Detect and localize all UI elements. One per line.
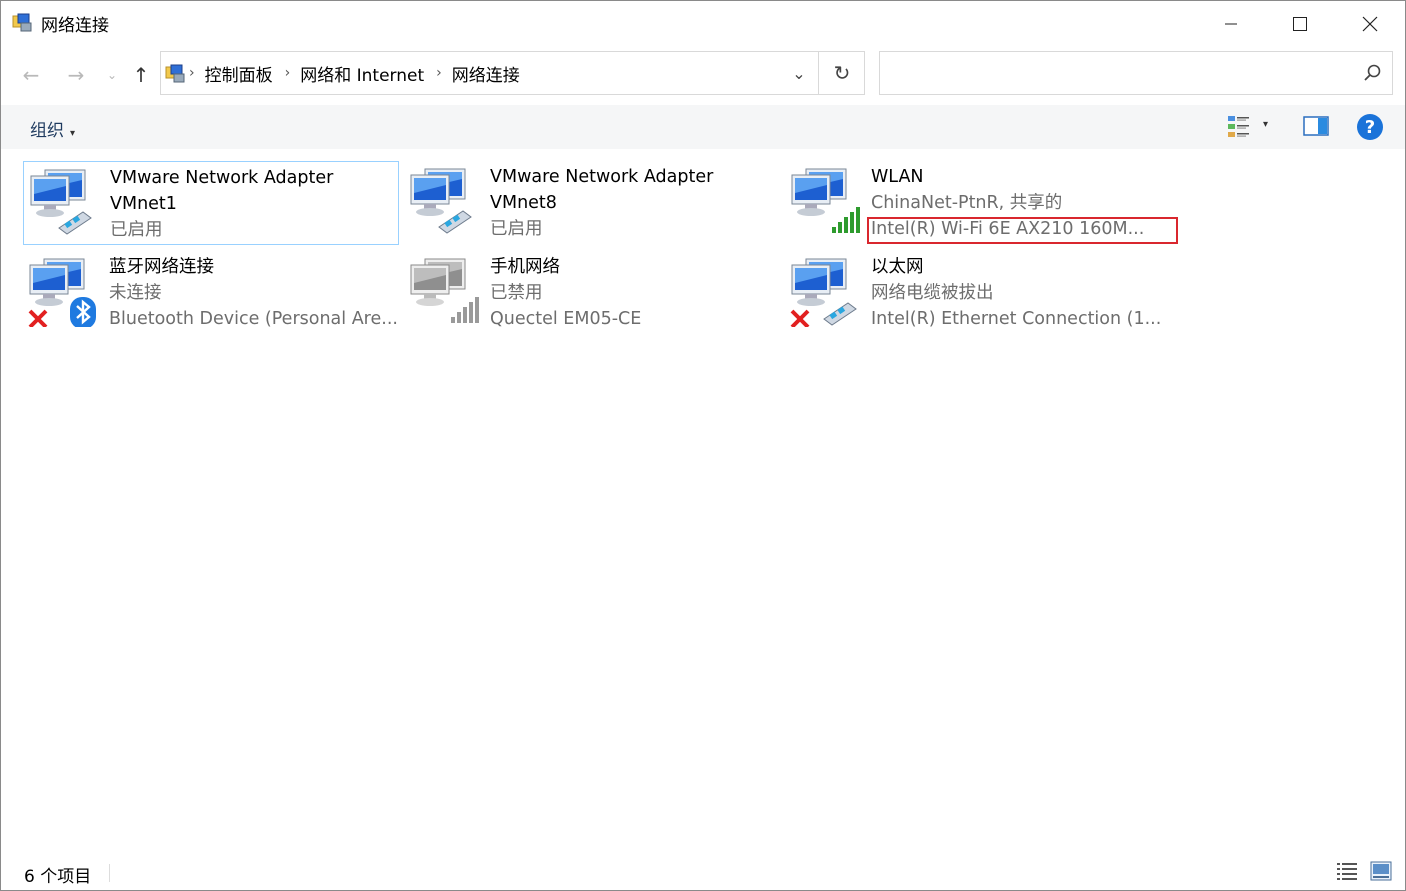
connection-text: VMware Network Adapter VMnet8 已启用 — [490, 164, 780, 242]
chevron-down-icon: ⌄ — [106, 68, 118, 82]
refresh-icon: ↻ — [833, 61, 851, 85]
connection-name: VMware Network Adapter — [110, 168, 334, 188]
connection-name: 蓝牙网络连接 — [109, 257, 214, 277]
refresh-button[interactable]: ↻ — [818, 52, 865, 94]
recent-locations-button[interactable]: ⌄ — [98, 61, 126, 89]
large-icons-view-icon[interactable] — [1370, 861, 1392, 881]
connection-text: 蓝牙网络连接 未连接 Bluetooth Device (Personal Ar… — [109, 254, 399, 332]
network-connections-window: 网络连接 ← → ⌄ ↑ › 控制面板 › 网络和 Internet › 网络连… — [0, 0, 1406, 891]
connection-text: 以太网 网络电缆被拔出 Intel(R) Ethernet Connection… — [871, 254, 1161, 332]
back-button[interactable]: ← — [17, 61, 45, 89]
close-icon — [1362, 16, 1378, 31]
status-bar: 6 个项目 — [1, 856, 1405, 890]
vmware-adapter-icon — [30, 169, 92, 235]
connection-text: 手机网络 已禁用 Quectel EM05-CE — [490, 254, 780, 332]
connection-item-ethernet[interactable]: 以太网 网络电缆被拔出 Intel(R) Ethernet Connection… — [785, 251, 1161, 335]
connection-text: VMware Network Adapter VMnet1 已启用 — [110, 165, 400, 243]
search-input[interactable] — [879, 51, 1393, 95]
chevron-right-icon[interactable]: › — [436, 65, 442, 81]
address-bar[interactable]: › 控制面板 › 网络和 Internet › 网络连接 ⌄ ↻ — [160, 51, 865, 95]
connection-name: 手机网络 — [490, 257, 560, 277]
cellular-adapter-icon — [410, 258, 479, 323]
breadcrumb-network-connections[interactable]: 网络连接 — [452, 61, 520, 86]
item-count: 6 个项目 — [24, 867, 92, 887]
breadcrumb: › 控制面板 › 网络和 Internet › 网络连接 — [189, 52, 520, 94]
connection-item-vmnet8[interactable]: VMware Network Adapter VMnet8 已启用 — [404, 161, 780, 245]
ethernet-adapter-icon — [790, 258, 857, 327]
help-icon: ? — [1364, 116, 1376, 138]
caret-down-icon: ▾ — [70, 128, 76, 139]
connection-name: VMware Network Adapter — [490, 167, 714, 187]
minimize-icon — [1225, 23, 1237, 24]
connection-item-vmnet1[interactable]: VMware Network Adapter VMnet1 已启用 — [23, 161, 399, 245]
preview-pane-icon[interactable] — [1303, 114, 1329, 138]
details-view-icon[interactable] — [1336, 861, 1358, 881]
connection-item-cellular[interactable]: 手机网络 已禁用 Quectel EM05-CE — [404, 251, 780, 335]
chevron-right-icon[interactable]: › — [285, 65, 291, 81]
connection-name-line2: VMnet1 — [110, 194, 177, 214]
connection-name: WLAN — [871, 167, 924, 187]
chevron-down-icon: ⌄ — [792, 63, 806, 83]
minimize-button[interactable] — [1196, 1, 1266, 46]
connection-status: 未连接 — [109, 283, 162, 303]
organize-label: 组织 — [30, 121, 64, 141]
up-button[interactable]: ↑ — [127, 61, 155, 89]
connection-device: Bluetooth Device (Personal Are... — [109, 309, 398, 329]
breadcrumb-network-internet[interactable]: 网络和 Internet — [300, 61, 424, 86]
arrow-right-icon: → — [67, 63, 85, 87]
arrow-left-icon: ← — [22, 63, 40, 87]
connection-device: Quectel EM05-CE — [490, 309, 642, 329]
connection-status: ChinaNet-PtnR, 共享的 — [871, 193, 1063, 213]
status-divider — [109, 864, 110, 882]
breadcrumb-control-panel[interactable]: 控制面板 — [205, 61, 273, 86]
change-view-icon[interactable] — [1226, 113, 1252, 139]
bluetooth-adapter-icon — [28, 258, 96, 327]
connection-item-bluetooth[interactable]: 蓝牙网络连接 未连接 Bluetooth Device (Personal Ar… — [23, 251, 399, 335]
connection-name-line2: VMnet8 — [490, 193, 557, 213]
highlight-annotation — [867, 217, 1178, 244]
window-title: 网络连接 — [41, 16, 109, 36]
wifi-adapter-icon — [791, 168, 860, 233]
connection-status: 已启用 — [490, 219, 543, 239]
forward-button[interactable]: → — [62, 61, 90, 89]
signal-bars-icon — [832, 207, 860, 233]
connection-status: 已启用 — [110, 220, 163, 240]
bluetooth-icon — [70, 297, 96, 327]
network-folder-icon — [165, 64, 185, 83]
vmware-adapter-icon — [410, 168, 472, 234]
disconnected-x-icon — [28, 309, 48, 327]
maximize-icon — [1293, 16, 1307, 31]
connection-device: Intel(R) Ethernet Connection (1... — [871, 309, 1162, 329]
title-bar[interactable]: 网络连接 — [1, 1, 1405, 46]
address-history-button[interactable]: ⌄ — [781, 52, 817, 94]
close-button[interactable] — [1335, 1, 1405, 46]
signal-bars-icon — [451, 297, 479, 323]
connection-status: 已禁用 — [490, 283, 543, 303]
arrow-up-icon: ↑ — [132, 63, 150, 87]
disconnected-x-icon — [790, 309, 810, 327]
command-bar: 组织 ▾ ▾ ? — [1, 105, 1405, 149]
search-icon[interactable] — [1362, 63, 1382, 83]
network-folder-icon — [12, 13, 32, 32]
maximize-button[interactable] — [1265, 1, 1335, 46]
view-options-button[interactable]: ▾ — [1263, 119, 1268, 130]
ethernet-plug-icon — [823, 302, 857, 326]
organize-menu-button[interactable]: 组织 ▾ — [30, 116, 75, 141]
help-button[interactable]: ? — [1357, 114, 1383, 140]
connection-name: 以太网 — [871, 257, 924, 277]
connection-status: 网络电缆被拔出 — [871, 283, 994, 303]
chevron-right-icon[interactable]: › — [189, 65, 195, 81]
